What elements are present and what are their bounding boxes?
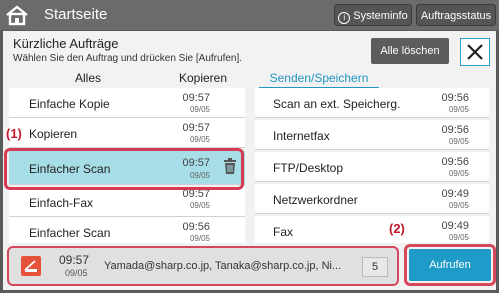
job-time: 09:56 <box>441 92 469 104</box>
job-status-button[interactable]: Auftragsstatus <box>416 4 496 26</box>
job-name: Scan an ext. Speicherg. <box>273 97 401 111</box>
tab-copy[interactable]: Kopieren <box>153 71 253 87</box>
job-date: 09/05 <box>189 105 210 114</box>
job-date: 09/05 <box>189 201 210 210</box>
list-item[interactable]: Scan an ext. Speicherg. 09:56 09/05 <box>255 88 489 118</box>
job-time: 09:57 <box>182 92 210 104</box>
list-item[interactable]: Fax 09:49 09/05 <box>255 216 489 243</box>
clear-all-button[interactable]: Alle löschen <box>371 38 449 64</box>
list-item[interactable]: Internetfax 09:56 09/05 <box>255 120 489 150</box>
job-name: Netzwerkordner <box>273 193 358 207</box>
job-name: Kopieren <box>29 127 78 141</box>
selection-highlight <box>4 148 244 190</box>
close-button[interactable] <box>460 38 490 66</box>
systeminfo-label: Systeminfo <box>353 10 408 22</box>
close-icon <box>467 44 483 60</box>
job-name: Einfacher Scan <box>29 226 111 240</box>
annotation-label-2: (2) <box>389 221 405 236</box>
list-item[interactable]: Einfach-Fax 09:57 09/05 <box>9 187 245 217</box>
job-date: 09/05 <box>189 234 210 243</box>
job-time: 09:49 <box>441 220 469 232</box>
detail-addresses: Yamada@sharp.co.jp, Tanaka@sharp.co.jp, … <box>104 260 342 272</box>
top-bar: Startseite i Systeminfo Auftragsstatus <box>0 0 499 30</box>
tab-send-store[interactable]: Senden/Speichern <box>259 71 379 89</box>
job-date: 09/05 <box>448 105 469 114</box>
job-date: 09/05 <box>448 233 469 242</box>
list-item[interactable]: Einfacher Scan 09:56 09/05 <box>9 217 245 243</box>
recall-button[interactable]: Aufrufen <box>409 249 491 281</box>
detail-date: 09/05 <box>65 268 88 278</box>
job-detail-bar: 09:57 09/05 Yamada@sharp.co.jp, Tanaka@s… <box>7 246 399 286</box>
job-name: FTP/Desktop <box>273 161 344 175</box>
job-time: 09:56 <box>441 124 469 136</box>
job-name: Einfache Kopie <box>29 97 110 111</box>
systeminfo-button[interactable]: i Systeminfo <box>334 4 412 26</box>
job-time: 09:56 <box>441 156 469 168</box>
job-name: Fax <box>273 225 294 239</box>
annotation-label-1: (1) <box>6 126 22 141</box>
page-subtitle: Wählen Sie den Auftrag und drücken Sie [… <box>13 53 243 64</box>
detail-time: 09:57 <box>59 253 90 267</box>
list-item[interactable]: FTP/Desktop 09:56 09/05 <box>255 152 489 182</box>
address-count-badge: 5 <box>362 257 388 277</box>
app-title: Startseite <box>44 6 108 23</box>
home-icon[interactable] <box>4 4 30 26</box>
tab-all[interactable]: Alles <box>23 71 153 87</box>
list-item[interactable]: Netzwerkordner 09:49 09/05 <box>255 184 489 214</box>
job-time: 09:56 <box>182 221 210 233</box>
job-time: 09:49 <box>441 188 469 200</box>
page-title: Kürzliche Aufträge <box>13 36 119 51</box>
list-item[interactable]: Einfache Kopie 09:57 09/05 <box>9 88 245 118</box>
job-date: 09/05 <box>448 169 469 178</box>
list-item[interactable]: Kopieren 09:57 09/05 <box>9 118 245 148</box>
job-name: Internetfax <box>273 129 330 143</box>
job-name: Einfach-Fax <box>29 196 94 210</box>
job-time: 09:57 <box>182 122 210 134</box>
scan-send-icon <box>21 256 41 276</box>
info-icon: i <box>338 12 351 24</box>
job-date: 09/05 <box>189 135 210 144</box>
job-date: 09/05 <box>448 137 469 146</box>
job-date: 09/05 <box>448 201 469 210</box>
